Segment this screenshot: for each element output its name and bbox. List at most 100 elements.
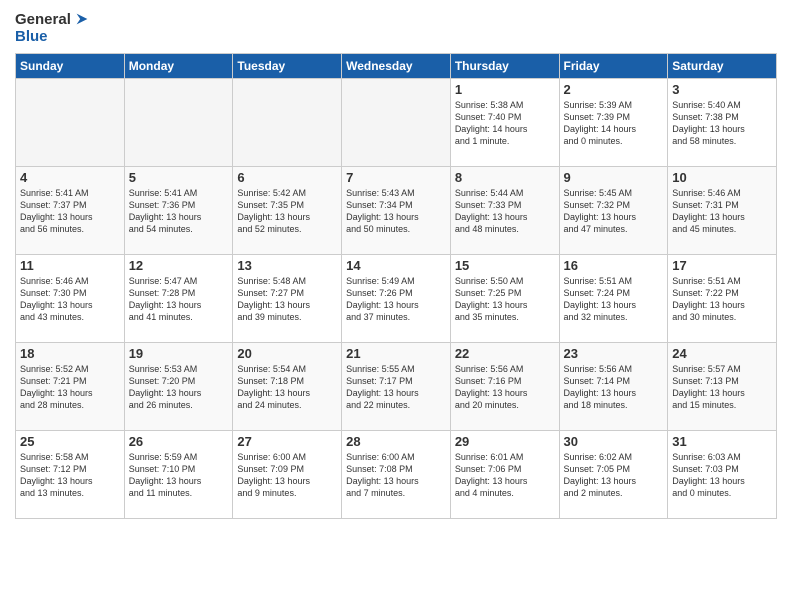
calendar-cell: 17Sunrise: 5:51 AM Sunset: 7:22 PM Dayli… (668, 255, 777, 343)
day-number: 19 (129, 346, 229, 361)
day-number: 18 (20, 346, 120, 361)
calendar-week-1: 1Sunrise: 5:38 AM Sunset: 7:40 PM Daylig… (16, 79, 777, 167)
calendar-table: SundayMondayTuesdayWednesdayThursdayFrid… (15, 53, 777, 519)
day-number: 29 (455, 434, 555, 449)
day-number: 14 (346, 258, 446, 273)
day-info: Sunrise: 5:41 AM Sunset: 7:37 PM Dayligh… (20, 187, 120, 236)
day-info: Sunrise: 5:52 AM Sunset: 7:21 PM Dayligh… (20, 363, 120, 412)
day-info: Sunrise: 5:51 AM Sunset: 7:24 PM Dayligh… (564, 275, 664, 324)
calendar-cell: 8 Sunrise: 5:44 AM Sunset: 7:33 PM Daylig… (450, 167, 559, 255)
day-number: 2 (564, 82, 664, 97)
calendar-cell (124, 79, 233, 167)
day-number: 27 (237, 434, 337, 449)
logo-arrow-icon (73, 10, 91, 28)
day-info: Sunrise: 5:51 AM Sunset: 7:22 PM Dayligh… (672, 275, 772, 324)
day-info: Sunrise: 5:58 AM Sunset: 7:12 PM Dayligh… (20, 451, 120, 500)
day-info: Sunrise: 5:57 AM Sunset: 7:13 PM Dayligh… (672, 363, 772, 412)
day-info: Sunrise: 5:42 AM Sunset: 7:35 PM Dayligh… (237, 187, 337, 236)
logo-general: General (15, 11, 71, 28)
day-info: Sunrise: 5:49 AM Sunset: 7:26 PM Dayligh… (346, 275, 446, 324)
weekday-header-saturday: Saturday (668, 54, 777, 79)
calendar-cell: 25 Sunrise: 5:58 AM Sunset: 7:12 PM Dayli… (16, 431, 125, 519)
calendar-cell: 19 Sunrise: 5:53 AM Sunset: 7:20 PM Dayli… (124, 343, 233, 431)
calendar-week-3: 11Sunrise: 5:46 AM Sunset: 7:30 PM Dayli… (16, 255, 777, 343)
day-info: Sunrise: 6:00 AM Sunset: 7:09 PM Dayligh… (237, 451, 337, 500)
day-number: 8 (455, 170, 555, 185)
calendar-cell: 4 Sunrise: 5:41 AM Sunset: 7:37 PM Daylig… (16, 167, 125, 255)
day-info: Sunrise: 5:56 AM Sunset: 7:14 PM Dayligh… (564, 363, 664, 412)
calendar-week-4: 18 Sunrise: 5:52 AM Sunset: 7:21 PM Dayli… (16, 343, 777, 431)
day-number: 25 (20, 434, 120, 449)
day-info: Sunrise: 5:54 AM Sunset: 7:18 PM Dayligh… (237, 363, 337, 412)
calendar-cell: 9Sunrise: 5:45 AM Sunset: 7:32 PM Daylig… (559, 167, 668, 255)
weekday-header-sunday: Sunday (16, 54, 125, 79)
calendar-cell: 23 Sunrise: 5:56 AM Sunset: 7:14 PM Dayli… (559, 343, 668, 431)
day-info: Sunrise: 5:41 AM Sunset: 7:36 PM Dayligh… (129, 187, 229, 236)
day-number: 22 (455, 346, 555, 361)
header: General Blue (15, 10, 777, 45)
day-number: 21 (346, 346, 446, 361)
day-number: 30 (564, 434, 664, 449)
day-number: 16 (564, 258, 664, 273)
calendar-cell: 20Sunrise: 5:54 AM Sunset: 7:18 PM Dayli… (233, 343, 342, 431)
day-number: 7 (346, 170, 446, 185)
day-number: 31 (672, 434, 772, 449)
day-info: Sunrise: 5:56 AM Sunset: 7:16 PM Dayligh… (455, 363, 555, 412)
day-number: 3 (672, 82, 772, 97)
calendar-cell: 18 Sunrise: 5:52 AM Sunset: 7:21 PM Dayli… (16, 343, 125, 431)
day-info: Sunrise: 5:47 AM Sunset: 7:28 PM Dayligh… (129, 275, 229, 324)
weekday-header-tuesday: Tuesday (233, 54, 342, 79)
day-number: 5 (129, 170, 229, 185)
calendar-cell: 29 Sunrise: 6:01 AM Sunset: 7:06 PM Dayli… (450, 431, 559, 519)
calendar-cell: 6Sunrise: 5:42 AM Sunset: 7:35 PM Daylig… (233, 167, 342, 255)
day-number: 1 (455, 82, 555, 97)
calendar-cell: 3 Sunrise: 5:40 AM Sunset: 7:38 PM Daylig… (668, 79, 777, 167)
day-info: Sunrise: 5:53 AM Sunset: 7:20 PM Dayligh… (129, 363, 229, 412)
calendar-cell: 7Sunrise: 5:43 AM Sunset: 7:34 PM Daylig… (342, 167, 451, 255)
weekday-header-thursday: Thursday (450, 54, 559, 79)
logo-text-block: General Blue (15, 10, 91, 45)
calendar-week-2: 4 Sunrise: 5:41 AM Sunset: 7:37 PM Daylig… (16, 167, 777, 255)
calendar-week-5: 25 Sunrise: 5:58 AM Sunset: 7:12 PM Dayli… (16, 431, 777, 519)
calendar-cell: 22 Sunrise: 5:56 AM Sunset: 7:16 PM Dayli… (450, 343, 559, 431)
day-info: Sunrise: 5:50 AM Sunset: 7:25 PM Dayligh… (455, 275, 555, 324)
day-info: Sunrise: 5:48 AM Sunset: 7:27 PM Dayligh… (237, 275, 337, 324)
day-info: Sunrise: 5:40 AM Sunset: 7:38 PM Dayligh… (672, 99, 772, 148)
day-number: 4 (20, 170, 120, 185)
day-number: 24 (672, 346, 772, 361)
day-info: Sunrise: 6:00 AM Sunset: 7:08 PM Dayligh… (346, 451, 446, 500)
weekday-header-wednesday: Wednesday (342, 54, 451, 79)
calendar-cell: 11Sunrise: 5:46 AM Sunset: 7:30 PM Dayli… (16, 255, 125, 343)
calendar-cell (233, 79, 342, 167)
day-number: 11 (20, 258, 120, 273)
calendar-cell: 10 Sunrise: 5:46 AM Sunset: 7:31 PM Dayli… (668, 167, 777, 255)
day-info: Sunrise: 6:01 AM Sunset: 7:06 PM Dayligh… (455, 451, 555, 500)
day-number: 26 (129, 434, 229, 449)
day-number: 13 (237, 258, 337, 273)
calendar-cell: 16 Sunrise: 5:51 AM Sunset: 7:24 PM Dayli… (559, 255, 668, 343)
calendar-cell: 24 Sunrise: 5:57 AM Sunset: 7:13 PM Dayli… (668, 343, 777, 431)
calendar-cell (342, 79, 451, 167)
weekday-header-friday: Friday (559, 54, 668, 79)
day-number: 15 (455, 258, 555, 273)
day-number: 10 (672, 170, 772, 185)
weekday-header-monday: Monday (124, 54, 233, 79)
calendar-cell: 14 Sunrise: 5:49 AM Sunset: 7:26 PM Dayli… (342, 255, 451, 343)
day-info: Sunrise: 6:02 AM Sunset: 7:05 PM Dayligh… (564, 451, 664, 500)
day-info: Sunrise: 5:46 AM Sunset: 7:31 PM Dayligh… (672, 187, 772, 236)
weekday-header-row: SundayMondayTuesdayWednesdayThursdayFrid… (16, 54, 777, 79)
calendar-cell: 12 Sunrise: 5:47 AM Sunset: 7:28 PM Dayli… (124, 255, 233, 343)
logo-blue: Blue (15, 28, 48, 45)
logo: General Blue (15, 10, 91, 45)
page-container: General Blue SundayMondayTuesdayWednesda… (0, 0, 792, 524)
calendar-cell: 27 Sunrise: 6:00 AM Sunset: 7:09 PM Dayli… (233, 431, 342, 519)
day-info: Sunrise: 5:39 AM Sunset: 7:39 PM Dayligh… (564, 99, 664, 148)
day-number: 12 (129, 258, 229, 273)
calendar-cell: 31Sunrise: 6:03 AM Sunset: 7:03 PM Dayli… (668, 431, 777, 519)
day-number: 9 (564, 170, 664, 185)
calendar-cell: 30 Sunrise: 6:02 AM Sunset: 7:05 PM Dayli… (559, 431, 668, 519)
calendar-cell: 21Sunrise: 5:55 AM Sunset: 7:17 PM Dayli… (342, 343, 451, 431)
day-info: Sunrise: 5:44 AM Sunset: 7:33 PM Dayligh… (455, 187, 555, 236)
calendar-cell: 2 Sunrise: 5:39 AM Sunset: 7:39 PM Daylig… (559, 79, 668, 167)
day-number: 23 (564, 346, 664, 361)
